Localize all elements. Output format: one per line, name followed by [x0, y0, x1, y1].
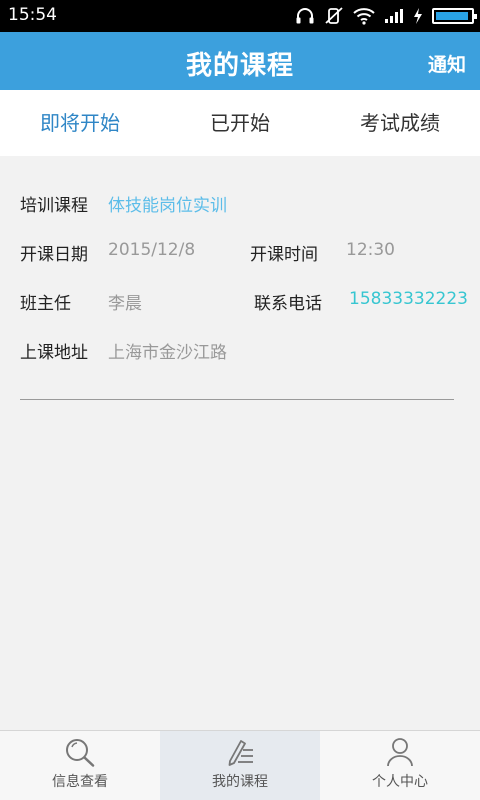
tab-bar: 即将开始 已开始 考试成绩 [0, 90, 480, 156]
tab-exam-scores[interactable]: 考试成绩 [320, 90, 480, 156]
address-value: 上海市金沙江路 [108, 343, 227, 363]
status-bar: 15:54 [0, 0, 480, 32]
battery-tip [474, 14, 477, 19]
charging-icon [413, 8, 423, 24]
course-date-row: 开课日期 2015/12/8 开课时间 12:30 [0, 240, 480, 270]
search-icon [64, 737, 96, 771]
divider [20, 399, 454, 400]
person-icon [384, 737, 416, 771]
status-icons [295, 6, 477, 26]
time-label: 开课时间 [250, 245, 318, 265]
battery-icon [432, 8, 477, 24]
battery-fill [436, 12, 469, 20]
mute-icon [324, 7, 344, 25]
nav-info-view[interactable]: 信息查看 [0, 731, 160, 800]
tab-upcoming[interactable]: 即将开始 [0, 90, 160, 156]
notify-button[interactable]: 通知 [428, 50, 466, 77]
nav-personal-center[interactable]: 个人中心 [320, 731, 480, 800]
teacher-value: 李晨 [108, 294, 142, 314]
time-value: 12:30 [346, 240, 395, 260]
app-header: 我的课程 通知 [0, 32, 480, 90]
address-row: 上课地址 上海市金沙江路 [0, 338, 480, 368]
tab-started[interactable]: 已开始 [160, 90, 320, 156]
nav-my-courses[interactable]: 我的课程 [160, 731, 320, 800]
nav-info-view-label: 信息查看 [52, 774, 108, 790]
status-time: 15:54 [8, 5, 57, 25]
nav-my-courses-label: 我的课程 [212, 774, 268, 790]
teacher-label: 班主任 [20, 294, 71, 314]
headphones-icon [295, 7, 315, 25]
bottom-nav: 信息查看 我的课程 个人中心 [0, 730, 480, 800]
phone-label: 联系电话 [254, 294, 322, 314]
phone-link[interactable]: 15833332223 [349, 289, 468, 309]
nav-personal-center-label: 个人中心 [372, 774, 428, 790]
page-title: 我的课程 [185, 51, 294, 81]
signal-icon [384, 8, 404, 24]
teacher-row: 班主任 李晨 联系电话 15833332223 [0, 289, 480, 319]
course-name-label: 培训课程 [20, 196, 88, 216]
date-value: 2015/12/8 [108, 240, 196, 260]
wifi-icon [353, 7, 375, 25]
address-label: 上课地址 [20, 343, 88, 363]
course-name-row: 培训课程 体技能岗位实训 [0, 191, 480, 221]
edit-list-icon [224, 737, 256, 771]
date-label: 开课日期 [20, 245, 88, 265]
course-name-link[interactable]: 体技能岗位实训 [108, 191, 227, 216]
